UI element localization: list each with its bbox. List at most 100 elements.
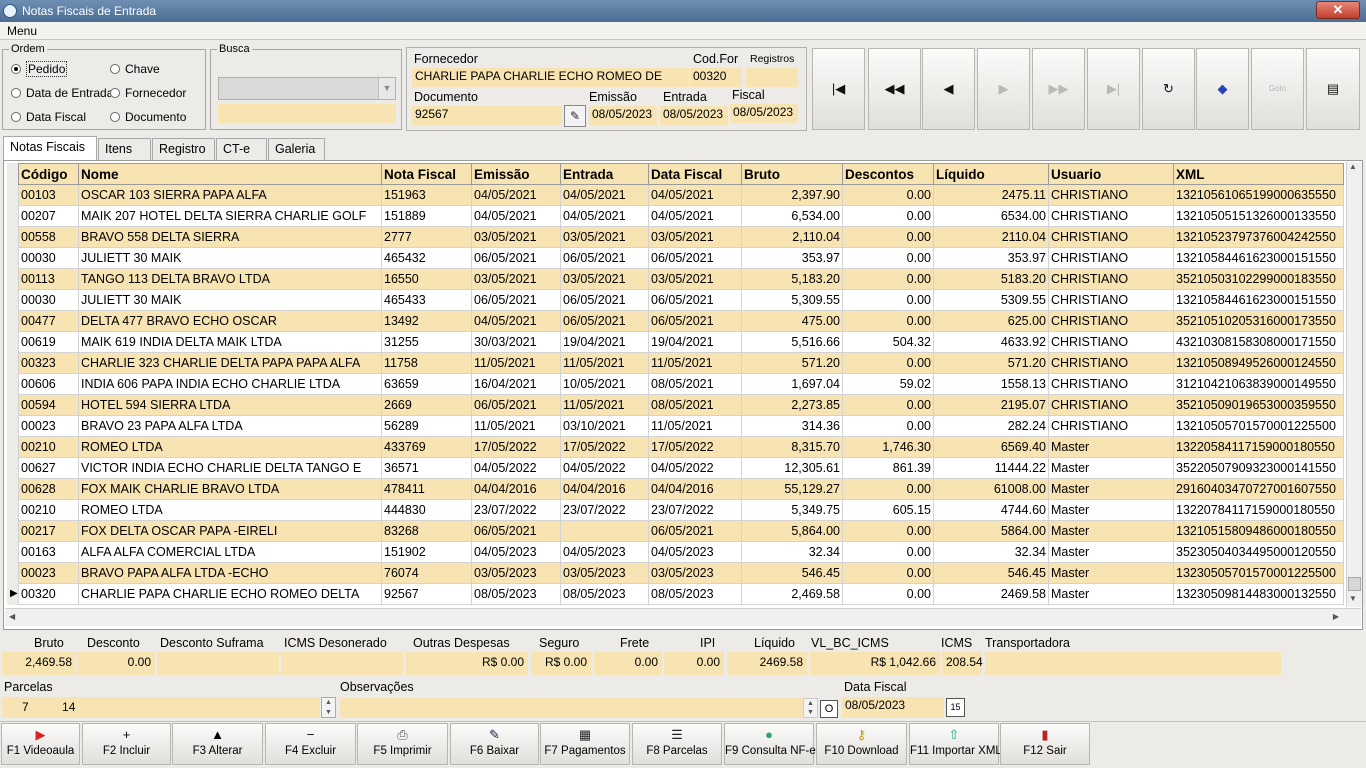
table-cell[interactable]: Master xyxy=(1048,520,1174,542)
table-cell[interactable]: 10/05/2021 xyxy=(560,373,649,395)
table-cell[interactable]: 465433 xyxy=(381,289,472,311)
table-cell[interactable]: 504.32 xyxy=(842,331,934,353)
table-cell[interactable]: 11/05/2021 xyxy=(471,352,561,374)
table-cell[interactable]: BRAVO PAPA ALFA LTDA -ECHO xyxy=(78,562,382,584)
table-cell[interactable]: 151889 xyxy=(381,205,472,227)
observacoes-scroll[interactable]: ▲ ▼ xyxy=(803,698,818,718)
table-cell[interactable]: 5,309.55 xyxy=(741,289,843,311)
table-cell[interactable]: 0.00 xyxy=(842,562,934,584)
tab-itens[interactable]: Itens xyxy=(98,138,151,160)
tab-galeria[interactable]: Galeria xyxy=(268,138,325,160)
horizontal-scrollbar[interactable]: ◀ ▶ xyxy=(5,608,1361,626)
table-cell[interactable]: TANGO 113 DELTA BRAVO LTDA xyxy=(78,268,382,290)
tag-button[interactable]: ◆ xyxy=(1196,48,1249,130)
table-cell[interactable]: 35220507909323000141550 xyxy=(1173,457,1344,479)
table-cell[interactable]: FOX MAIK CHARLIE BRAVO LTDA xyxy=(78,478,382,500)
table-cell[interactable]: 13220584117159000180550 xyxy=(1173,436,1344,458)
emissao-field[interactable]: 08/05/2023 xyxy=(589,106,657,125)
table-cell[interactable]: 0.00 xyxy=(842,205,934,227)
radio-data-de-entrada[interactable]: Data de Entrada xyxy=(11,86,113,100)
tab-notas-fiscais[interactable]: Notas Fiscais xyxy=(3,136,97,160)
table-row[interactable]: 00023 BRAVO PAPA ALFA LTDA -ECHO 76074 03/0… xyxy=(18,562,1344,584)
table-cell[interactable]: ALFA ALFA COMERCIAL LTDA xyxy=(78,541,382,563)
f10-download-button[interactable]: ⚷ F10 Download xyxy=(816,723,907,765)
table-cell[interactable]: 571.20 xyxy=(933,352,1049,374)
table-cell[interactable]: 0.00 xyxy=(842,541,934,563)
table-cell[interactable]: 08/05/2023 xyxy=(560,583,649,605)
f7-pagamentos-button[interactable]: ▦ F7 Pagamentos xyxy=(540,723,630,765)
table-cell[interactable]: 04/04/2016 xyxy=(648,478,742,500)
radio-data-fiscal[interactable]: Data Fiscal xyxy=(11,110,86,124)
table-cell[interactable]: 35210510205316000173550 xyxy=(1173,310,1344,332)
table-cell[interactable]: 13210508949526000124550 xyxy=(1173,352,1344,374)
edit-document-icon[interactable]: ✎ xyxy=(564,105,586,127)
table-cell[interactable]: CHRISTIANO xyxy=(1048,268,1174,290)
table-cell[interactable]: MAIK 207 HOTEL DELTA SIERRA CHARLIE GOLF xyxy=(78,205,382,227)
table-cell[interactable]: 00030 xyxy=(18,289,79,311)
table-cell[interactable]: 13210515809486000180550 xyxy=(1173,520,1344,542)
table-row[interactable]: 00320 CHARLIE PAPA CHARLIE ECHO ROMEO DEL… xyxy=(18,583,1344,605)
table-cell[interactable]: 11/05/2021 xyxy=(560,394,649,416)
table-cell[interactable]: 13210584461623000151550 xyxy=(1173,289,1344,311)
table-cell[interactable]: 5,864.00 xyxy=(741,520,843,542)
table-cell[interactable]: CHRISTIANO xyxy=(1048,310,1174,332)
table-cell[interactable]: 31255 xyxy=(381,331,472,353)
table-cell[interactable]: 475.00 xyxy=(741,310,843,332)
table-cell[interactable]: 17/05/2022 xyxy=(560,436,649,458)
table-cell[interactable]: 314.36 xyxy=(741,415,843,437)
table-cell[interactable]: 2,397.90 xyxy=(741,184,843,206)
table-cell[interactable]: 13220784117159000180550 xyxy=(1173,499,1344,521)
table-cell[interactable]: 444830 xyxy=(381,499,472,521)
table-row[interactable]: 00210 ROMEO LTDA 444830 23/07/2022 23/07/202… xyxy=(18,499,1344,521)
next-record-button[interactable]: ▶ xyxy=(977,48,1030,130)
last-record-button[interactable]: ▶| xyxy=(1087,48,1140,130)
table-cell[interactable]: 13210505701570001225500 xyxy=(1173,415,1344,437)
table-cell[interactable]: 03/05/2021 xyxy=(560,226,649,248)
table-cell[interactable]: 11/05/2021 xyxy=(648,352,742,374)
table-cell[interactable]: 13210584461623000151550 xyxy=(1173,247,1344,269)
prior-page-button[interactable]: ◀◀ xyxy=(868,48,921,130)
notas-fiscais-grid[interactable]: ▶ Código Nome Nota Fiscal Emissão Entrada Dat… xyxy=(3,160,1363,630)
table-cell[interactable]: 11758 xyxy=(381,352,472,374)
table-cell[interactable]: 00619 xyxy=(18,331,79,353)
table-cell[interactable]: 06/05/2021 xyxy=(648,310,742,332)
table-cell[interactable]: 08/05/2021 xyxy=(648,394,742,416)
table-cell[interactable]: 0.00 xyxy=(842,226,934,248)
column-header[interactable]: Descontos xyxy=(842,163,934,185)
table-cell[interactable]: 282.24 xyxy=(933,415,1049,437)
table-cell[interactable]: 59.02 xyxy=(842,373,934,395)
table-cell[interactable]: 23/07/2022 xyxy=(471,499,561,521)
table-cell[interactable]: 151902 xyxy=(381,541,472,563)
table-cell[interactable]: 00323 xyxy=(18,352,79,374)
table-cell[interactable]: 0.00 xyxy=(842,289,934,311)
table-cell[interactable]: 03/05/2021 xyxy=(648,268,742,290)
table-cell[interactable]: MAIK 619 INDIA DELTA MAIK LTDA xyxy=(78,331,382,353)
parcelas-spinner[interactable]: ▲ ▼ xyxy=(321,697,336,718)
column-header[interactable]: Entrada xyxy=(560,163,649,185)
table-cell[interactable]: 00103 xyxy=(18,184,79,206)
observacoes-button[interactable]: O xyxy=(820,700,838,718)
table-cell[interactable]: 00628 xyxy=(18,478,79,500)
table-cell[interactable]: 11/05/2021 xyxy=(471,415,561,437)
table-cell[interactable]: 00606 xyxy=(18,373,79,395)
scroll-right-icon[interactable]: ▶ xyxy=(1333,612,1339,621)
table-cell[interactable]: 36571 xyxy=(381,457,472,479)
table-cell[interactable]: 2669 xyxy=(381,394,472,416)
table-cell[interactable]: 08/05/2021 xyxy=(648,373,742,395)
table-row[interactable]: 00594 HOTEL 594 SIERRA LTDA 2669 06/05/2021… xyxy=(18,394,1344,416)
table-cell[interactable]: 0.00 xyxy=(842,247,934,269)
column-header[interactable]: Nome xyxy=(78,163,382,185)
table-cell[interactable]: CHRISTIANO xyxy=(1048,352,1174,374)
radio-pedido[interactable]: Pedido xyxy=(11,61,68,77)
table-cell[interactable]: 0.00 xyxy=(842,478,934,500)
table-cell[interactable]: 11/05/2021 xyxy=(560,352,649,374)
table-cell[interactable]: Master xyxy=(1048,562,1174,584)
table-cell[interactable]: 06/05/2021 xyxy=(471,394,561,416)
table-cell[interactable]: 00558 xyxy=(18,226,79,248)
table-cell[interactable]: 04/05/2023 xyxy=(471,541,561,563)
table-cell[interactable]: 35210509019653000359550 xyxy=(1173,394,1344,416)
f8-parcelas-button[interactable]: ☰ F8 Parcelas xyxy=(632,723,722,765)
f6-baixar-button[interactable]: ✎ F6 Baixar xyxy=(450,723,539,765)
table-cell[interactable]: Master xyxy=(1048,583,1174,605)
f1-videoaula-button[interactable]: ▶ F1 Videoaula xyxy=(1,723,80,765)
